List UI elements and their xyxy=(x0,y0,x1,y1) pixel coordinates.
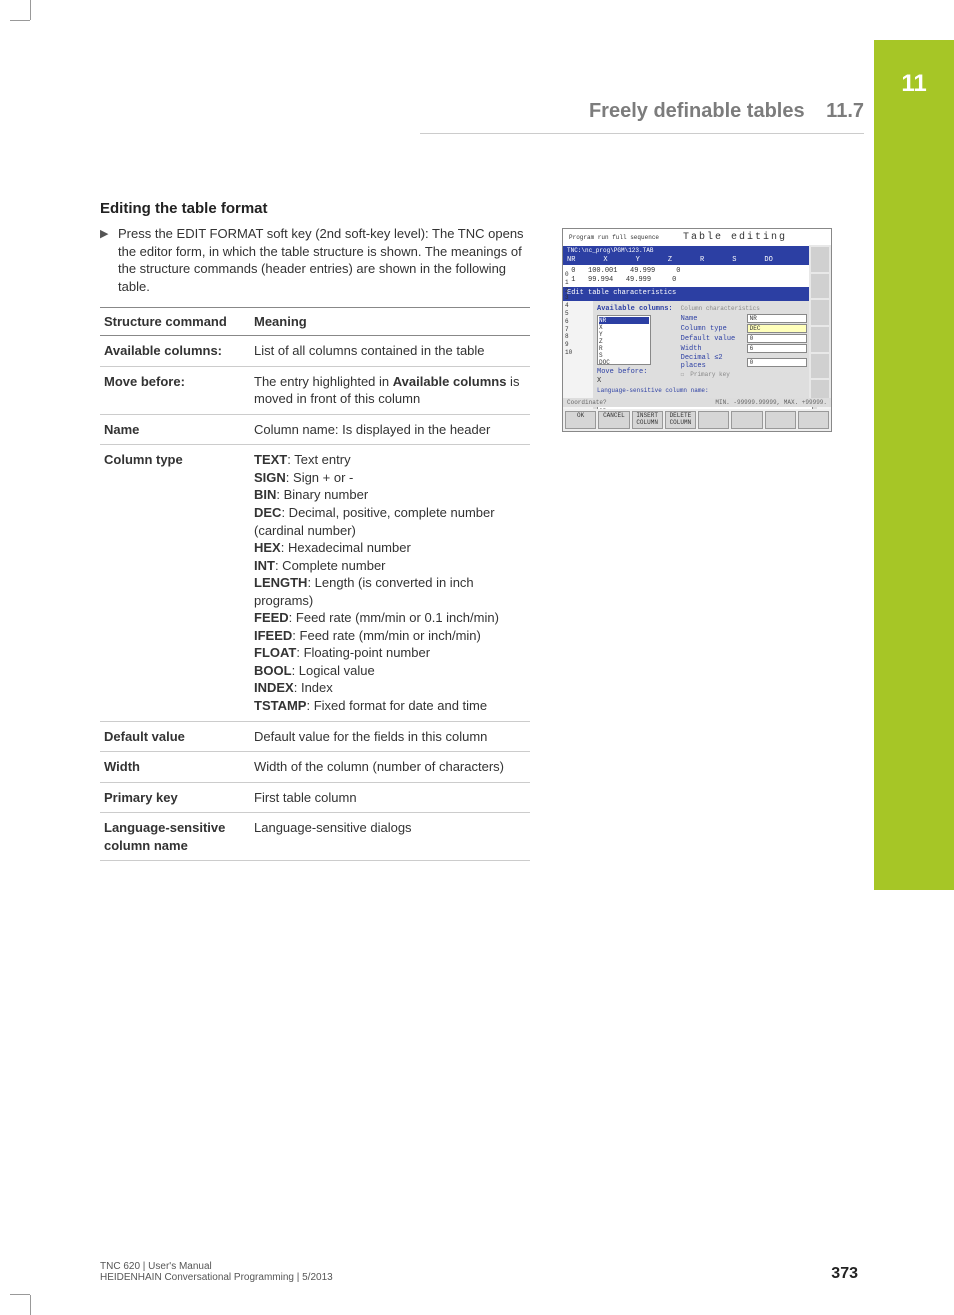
tnc-screenshot-figure: Program run full sequence Table editing … xyxy=(562,228,832,432)
softkey-delete-column[interactable]: DELETE COLUMN xyxy=(665,411,696,429)
status-bar: Coordinate? MIN. -99999.99999, MAX. +999… xyxy=(563,398,831,407)
section-heading: Editing the table format xyxy=(100,200,530,217)
table-row: Move before: The entry highlighted in Av… xyxy=(100,366,530,414)
running-header: Freely definable tables 11.7 xyxy=(420,100,864,134)
header-title: Freely definable tables xyxy=(589,100,805,122)
footer-line1: TNC 620 | User's Manual xyxy=(100,1261,333,1272)
toolbar-button[interactable] xyxy=(811,300,829,325)
softkey-empty[interactable] xyxy=(731,411,762,429)
table-header-row: NR X Y Z R S DO xyxy=(563,255,831,265)
default-value-field[interactable]: 0 xyxy=(747,334,807,343)
structure-commands-table: Structure command Meaning Available colu… xyxy=(100,307,530,861)
decimal-field[interactable]: 0 xyxy=(747,358,807,367)
toolbar-button[interactable] xyxy=(811,274,829,299)
move-before-label: Move before: xyxy=(597,368,657,376)
available-columns-label: Available columns: xyxy=(597,305,673,313)
path-bar: TNC:\nc_prog\PGM\123.TAB xyxy=(563,246,831,255)
softkey-ok[interactable]: OK xyxy=(565,411,596,429)
data-rows: 0 100.001 49.999 0 1 99.994 49.999 0 xyxy=(563,265,831,287)
page-number: 373 xyxy=(831,1265,858,1283)
col-header-command: Structure command xyxy=(100,308,250,336)
move-before-field[interactable]: X xyxy=(597,377,651,385)
softkey-empty[interactable] xyxy=(765,411,796,429)
available-columns-list[interactable]: NR X Y Z R S DOC xyxy=(597,315,651,365)
toolbar-button[interactable] xyxy=(811,354,829,379)
softkey-cancel[interactable]: CANCEL xyxy=(598,411,629,429)
column-type-label: Column type xyxy=(681,325,741,333)
softkey-empty[interactable] xyxy=(698,411,729,429)
mode-label: Program run full sequence xyxy=(569,234,659,241)
primary-key-checkbox[interactable]: Primary key xyxy=(690,371,730,378)
dialog-titlebar: Edit table characteristics X xyxy=(563,287,831,301)
col-header-meaning: Meaning xyxy=(250,308,530,336)
table-row: Column type TEXT: Text entry SIGN: Sign … xyxy=(100,445,530,721)
default-value-label: Default value xyxy=(681,335,741,343)
chapter-tab: 11 xyxy=(874,40,954,890)
table-row: Width Width of the column (number of cha… xyxy=(100,752,530,783)
toolbar-button[interactable] xyxy=(811,247,829,272)
screen-title: Table editing xyxy=(683,232,787,243)
page-footer: TNC 620 | User's Manual HEIDENHAIN Conve… xyxy=(100,1261,858,1283)
name-label: Name xyxy=(681,315,741,323)
chapter-number: 11 xyxy=(874,70,954,98)
table-row: Name Column name: Is displayed in the he… xyxy=(100,414,530,445)
width-label: Width xyxy=(681,345,741,353)
footer-line2: HEIDENHAIN Conversational Programming | … xyxy=(100,1272,333,1283)
intro-paragraph: Press the EDIT FORMAT soft key (2nd soft… xyxy=(100,225,530,295)
softkey-empty[interactable] xyxy=(798,411,829,429)
row-numbers: 0 1 2 3 4 5 6 7 8 9 10 xyxy=(565,271,572,357)
lang-sensitive-label: Language-sensitive column name: xyxy=(597,387,813,394)
toolbar-button[interactable] xyxy=(811,327,829,352)
table-row: Default value Default value for the fiel… xyxy=(100,721,530,752)
table-row: Language-sensitive column name Language-… xyxy=(100,813,530,861)
width-field[interactable]: 6 xyxy=(747,344,807,353)
header-section: 11.7 xyxy=(826,100,864,122)
name-field[interactable]: NR xyxy=(747,314,807,323)
softkey-insert-column[interactable]: INSERT COLUMN xyxy=(632,411,663,429)
column-type-field[interactable]: DEC xyxy=(747,324,807,333)
decimal-label: Decimal ≤2 places xyxy=(681,354,741,370)
right-toolbar xyxy=(809,245,831,407)
main-content: Editing the table format Press the EDIT … xyxy=(100,200,530,861)
table-row: Available columns: List of all columns c… xyxy=(100,336,530,367)
softkey-row: OK CANCEL INSERT COLUMN DELETE COLUMN xyxy=(563,409,831,431)
table-row: Primary key First table column xyxy=(100,782,530,813)
